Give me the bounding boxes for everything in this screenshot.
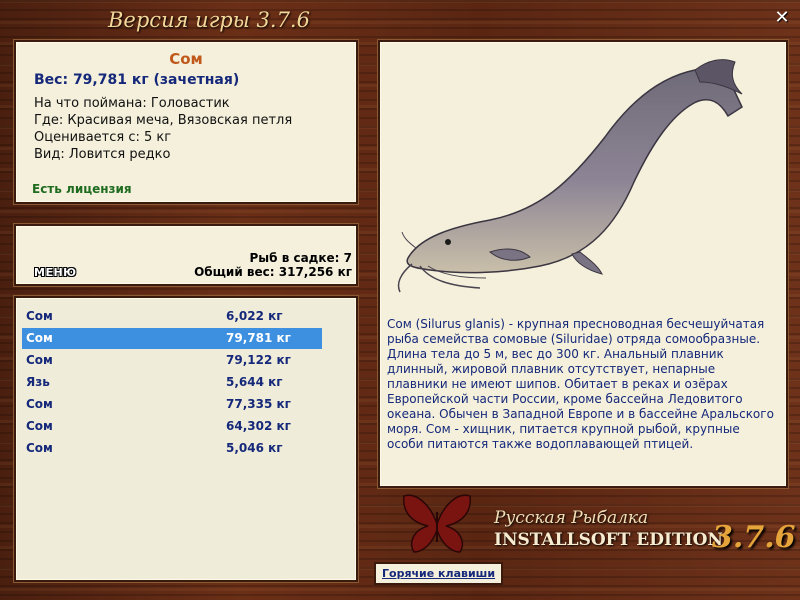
window-title: Версия игры 3.7.6	[108, 8, 310, 32]
list-item-name: Язь	[26, 375, 50, 389]
list-item-name: Сом	[26, 331, 53, 345]
list-item[interactable]: Сом 5,046 кг	[22, 438, 322, 459]
rated-info: Оценивается с: 5 кг	[34, 130, 172, 145]
location-info: Где: Красивая меча, Вязовская петля	[34, 113, 293, 128]
cage-fish-count: Рыб в садке: 7	[249, 251, 353, 265]
list-item-weight: 5,046 кг	[226, 441, 283, 455]
title-bar: Версия игры 3.7.6 ✕	[0, 0, 800, 38]
list-item-weight: 6,022 кг	[226, 309, 283, 323]
logo-title: Русская Рыбалка	[494, 508, 649, 528]
fish-image	[397, 59, 743, 293]
fish-weight: Вес: 79,781 кг (зачетная)	[34, 72, 240, 88]
fish-description: Сом (Silurus glanis) - крупная пресновод…	[387, 317, 774, 451]
fish-list: Сом 6,022 кг Сом 79,781 кг Сом 79,122 кг…	[14, 296, 358, 582]
list-item-weight: 79,122 кг	[226, 353, 291, 367]
list-item-name: Сом	[26, 309, 53, 323]
list-item[interactable]: Сом 64,302 кг	[22, 416, 322, 437]
menu-button[interactable]: МЕНЮ	[34, 266, 77, 279]
list-item[interactable]: Сом 77,335 кг	[22, 394, 322, 415]
fish-info-panel: Сом Вес: 79,781 кг (зачетная) На что пой…	[14, 40, 358, 204]
list-item[interactable]: Язь 5,644 кг	[22, 372, 322, 393]
butterfly-icon	[402, 494, 472, 553]
hotkeys-button[interactable]: Горячие клавиши	[374, 562, 504, 585]
close-button[interactable]: ✕	[772, 8, 792, 28]
license-status: Есть лицензия	[32, 182, 132, 196]
list-item[interactable]: Сом 6,022 кг	[22, 306, 322, 327]
fish-name: Сом	[169, 50, 203, 68]
fish-description-panel: Сом (Silurus glanis) - крупная пресновод…	[378, 40, 788, 488]
list-item[interactable]: Сом 79,781 кг	[22, 328, 322, 349]
list-item-name: Сом	[26, 419, 53, 433]
list-item-weight: 64,302 кг	[226, 419, 291, 433]
bait-info: На что поймана: Головастик	[34, 96, 230, 111]
cage-panel: МЕНЮ Рыб в садке: 7 Общий вес: 317,256 к…	[14, 224, 358, 286]
list-item-weight: 5,644 кг	[226, 375, 283, 389]
list-item-weight: 77,335 кг	[226, 397, 291, 411]
list-item[interactable]: Сом 79,122 кг	[22, 350, 322, 371]
logo-edition: INSTALLSOFT EDITION	[494, 530, 723, 550]
list-item-name: Сом	[26, 441, 53, 455]
cage-total-weight: Общий вес: 317,256 кг	[194, 265, 352, 279]
list-item-name: Сом	[26, 397, 53, 411]
logo-version: 3.7.6	[712, 520, 796, 555]
list-item-name: Сом	[26, 353, 53, 367]
rarity-info: Вид: Ловится редко	[34, 147, 171, 162]
game-logo: Русская Рыбалка INSTALLSOFT EDITION 3.7.…	[400, 490, 796, 560]
list-item-weight: 79,781 кг	[226, 331, 291, 345]
